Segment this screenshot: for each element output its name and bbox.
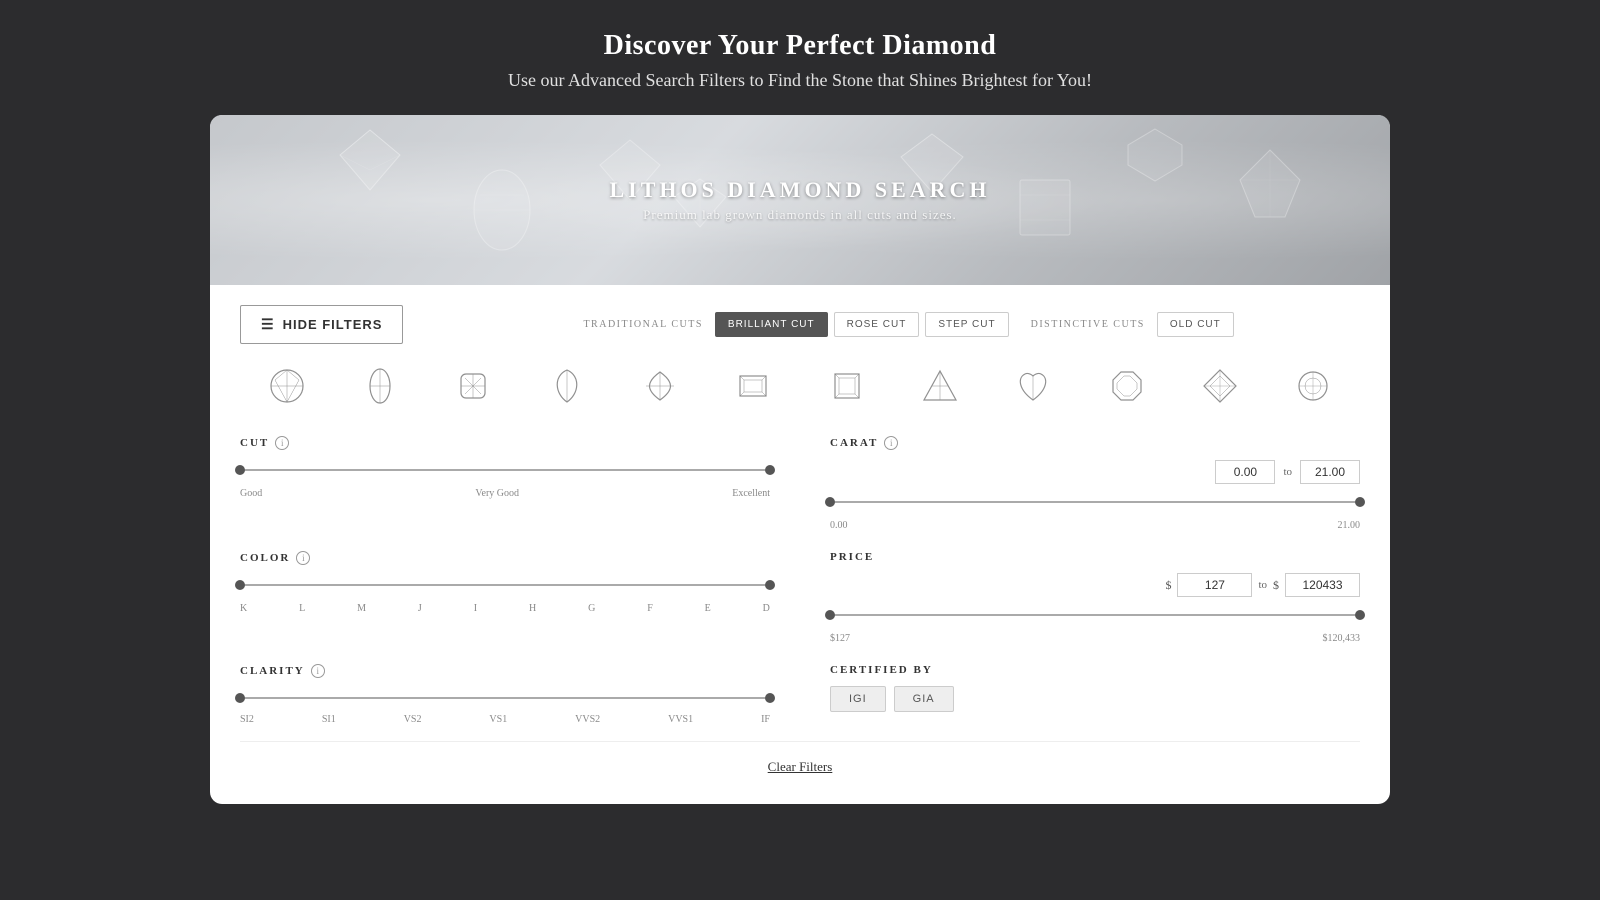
cut-slider[interactable] xyxy=(240,460,770,480)
main-card: LITHOS DIAMOND SEARCH Premium lab grown … xyxy=(210,115,1390,804)
diamond-icon-round[interactable] xyxy=(265,364,309,408)
price-max-input[interactable] xyxy=(1285,573,1360,597)
cut-slider-thumb-left[interactable] xyxy=(235,465,245,475)
carat-min-val: 0.00 xyxy=(830,520,848,531)
hide-filters-button[interactable]: ☰ HIDE FILTERS xyxy=(240,305,403,344)
filter-bars-icon: ☰ xyxy=(261,316,275,333)
price-min-val: $127 xyxy=(830,633,850,644)
distinctive-cuts-label: DISTINCTIVE CUTS xyxy=(1031,319,1145,330)
carat-to-text: to xyxy=(1283,466,1292,478)
carat-label: CARAT xyxy=(830,437,878,449)
color-slider-thumb-left[interactable] xyxy=(235,580,245,590)
diamond-icon-pear[interactable] xyxy=(545,364,589,408)
carat-max-input[interactable] xyxy=(1300,460,1360,484)
banner-title: LITHOS DIAMOND SEARCH xyxy=(609,177,990,203)
cut-info-icon[interactable]: i xyxy=(275,436,289,450)
diamond-icon-octagon[interactable] xyxy=(1105,364,1149,408)
cut-max-label: Excellent xyxy=(732,488,770,499)
rose-cut-button[interactable]: ROSE CUT xyxy=(834,312,920,337)
certified-by-label: CERTIFIED BY xyxy=(830,664,933,676)
cut-min-label: Good xyxy=(240,488,262,499)
carat-min-input[interactable] xyxy=(1215,460,1275,484)
diamond-icon-radiant[interactable] xyxy=(1198,364,1242,408)
clarity-label: CLARITY xyxy=(240,665,305,677)
brilliant-cut-button[interactable]: BRILLIANT CUT xyxy=(715,312,828,337)
price-slider-thumb-right[interactable] xyxy=(1355,610,1365,620)
traditional-cuts-label: TRADITIONAL CUTS xyxy=(583,319,702,330)
filter-top-row: ☰ HIDE FILTERS TRADITIONAL CUTS BRILLIAN… xyxy=(240,305,1360,344)
carat-slider-thumb-right[interactable] xyxy=(1355,497,1365,507)
clarity-labels: SI2 SI1 VS2 VS1 VVS2 VVS1 IF xyxy=(240,714,770,725)
carat-max-val: 21.00 xyxy=(1338,520,1361,531)
clarity-slider[interactable] xyxy=(240,688,770,708)
color-labels: K L M J I H G F E D xyxy=(240,603,770,614)
diamond-icon-princess[interactable] xyxy=(825,364,869,408)
step-cut-button[interactable]: STEP CUT xyxy=(925,312,1008,337)
hide-filters-label: HIDE FILTERS xyxy=(283,317,383,332)
carat-info-icon[interactable]: i xyxy=(884,436,898,450)
clear-filters-link[interactable]: Clear Filters xyxy=(768,759,833,774)
clarity-filter: CLARITY i SI2 SI1 VS2 VS1 VVS2 VVS1 IF xyxy=(240,664,770,725)
carat-inputs: to xyxy=(830,460,1360,484)
price-slider[interactable] xyxy=(830,605,1360,625)
clear-filters-row: Clear Filters xyxy=(240,741,1360,784)
diamond-icon-marquise[interactable] xyxy=(638,364,682,408)
igi-button[interactable]: IGI xyxy=(830,686,886,712)
color-info-icon[interactable]: i xyxy=(296,551,310,565)
color-label: COLOR xyxy=(240,552,290,564)
price-slider-thumb-left[interactable] xyxy=(825,610,835,620)
carat-slider-thumb-left[interactable] xyxy=(825,497,835,507)
banner-text: LITHOS DIAMOND SEARCH Premium lab grown … xyxy=(609,177,990,223)
price-min-input[interactable] xyxy=(1177,573,1252,597)
banner-subtitle: Premium lab grown diamonds in all cuts a… xyxy=(609,207,990,223)
certified-buttons: IGI GIA xyxy=(830,686,1360,712)
clarity-info-icon[interactable]: i xyxy=(311,664,325,678)
diamond-icon-oval[interactable] xyxy=(358,364,402,408)
diamond-icon-triangle[interactable] xyxy=(918,364,962,408)
clarity-slider-thumb-left[interactable] xyxy=(235,693,245,703)
price-filter: PRICE $ to $ $127 $120,433 xyxy=(830,551,1360,644)
carat-filter: CARAT i to 0.00 21.00 xyxy=(830,436,1360,531)
clarity-slider-thumb-right[interactable] xyxy=(765,693,775,703)
diamond-icon-cushion[interactable] xyxy=(451,364,495,408)
price-label: PRICE xyxy=(830,551,874,563)
filters-section: ☰ HIDE FILTERS TRADITIONAL CUTS BRILLIAN… xyxy=(210,285,1390,804)
cut-mid-label: Very Good xyxy=(475,488,519,499)
diamond-icon-emerald[interactable] xyxy=(731,364,775,408)
color-slider[interactable] xyxy=(240,575,770,595)
price-to-text: to xyxy=(1258,579,1267,591)
cut-tabs-group: TRADITIONAL CUTS BRILLIANT CUT ROSE CUT … xyxy=(583,312,1233,337)
cut-label: CUT xyxy=(240,437,269,449)
diamond-icon-heart[interactable] xyxy=(1011,364,1055,408)
banner: LITHOS DIAMOND SEARCH Premium lab grown … xyxy=(210,115,1390,285)
gia-button[interactable]: GIA xyxy=(894,686,954,712)
carat-slider[interactable] xyxy=(830,492,1360,512)
diamond-icon-round2[interactable] xyxy=(1291,364,1335,408)
certified-by-filter: CERTIFIED BY IGI GIA xyxy=(830,664,1360,725)
page-header: Discover Your Perfect Diamond Use our Ad… xyxy=(508,30,1092,91)
filters-grid: CUT i Good Very Good Excellent xyxy=(240,436,1360,725)
cut-filter: CUT i Good Very Good Excellent xyxy=(240,436,770,531)
color-slider-thumb-right[interactable] xyxy=(765,580,775,590)
diamond-icons-row xyxy=(240,360,1360,412)
cut-slider-thumb-right[interactable] xyxy=(765,465,775,475)
page-subtitle: Use our Advanced Search Filters to Find … xyxy=(508,70,1092,91)
color-filter: COLOR i K L M J I H G F xyxy=(240,551,770,644)
price-inputs: $ to $ xyxy=(830,573,1360,597)
old-cut-button[interactable]: OLD CUT xyxy=(1157,312,1234,337)
price-max-val: $120,433 xyxy=(1323,633,1361,644)
page-title: Discover Your Perfect Diamond xyxy=(508,30,1092,62)
